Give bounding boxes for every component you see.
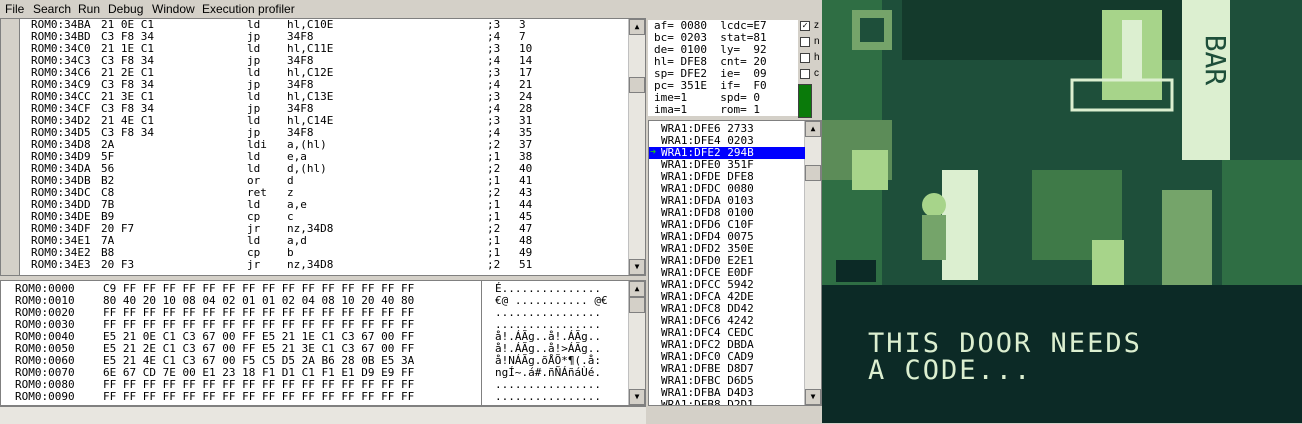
- menu-debug[interactable]: Debug: [108, 2, 143, 16]
- disasm-row[interactable]: ROM0:34CC 21 3E C1 ld hl,C13E ;3 24: [1, 91, 629, 103]
- registers-panel: af= 0080 lcdc=E7 bc= 0203 stat=81 de= 0100…: [648, 18, 822, 120]
- memory-row[interactable]: ROM0:0090 FF FF FF FF FF FF FF FF FF FF F…: [1, 391, 629, 403]
- disasm-row[interactable]: ROM0:34BA 21 0E C1 ld hl,C10E ;3 3: [1, 19, 629, 31]
- memory-ascii: ................: [495, 390, 601, 403]
- flag-checkbox[interactable]: ✓: [800, 21, 810, 31]
- stack-panel[interactable]: ▲ ▼ WRA1:DFE6 2733 WRA1:DFE4 0203 ➜ WRA1:DF…: [648, 120, 822, 406]
- register-line: ima=1 rom= 1: [648, 104, 798, 116]
- menu-execution-profiler[interactable]: Execution profiler: [202, 2, 295, 16]
- door[interactable]: [942, 170, 978, 280]
- scroll-up-arrow-icon[interactable]: ▲: [805, 121, 821, 137]
- cat-icon: [836, 260, 876, 282]
- disasm-row[interactable]: ROM0:34C0 21 1E C1 ld hl,C11E ;3 10: [1, 43, 629, 55]
- status-indicator: [798, 84, 812, 118]
- memory-address: ROM0:0090: [15, 390, 75, 403]
- ground-line: [822, 285, 1302, 290]
- disasm-row[interactable]: ROM0:34D8 2A ldi a,(hl) ;2 37: [1, 139, 629, 151]
- scroll-thumb[interactable]: [629, 77, 645, 93]
- menu-bar: File Search Run Debug Window Execution p…: [0, 0, 822, 18]
- disasm-row[interactable]: ROM0:34DD 7B ld a,e ;1 44: [1, 199, 629, 211]
- disasm-count: 51: [519, 258, 533, 271]
- disasm-row[interactable]: ROM0:34E3 20 F3 jr nz,34D8 ;2 51: [1, 259, 629, 271]
- current-position-arrow-icon: ➜: [650, 147, 657, 158]
- memory-horizontal-scrollbar[interactable]: [0, 406, 646, 424]
- scroll-down-arrow-icon[interactable]: ▼: [805, 389, 821, 405]
- flag-checkbox[interactable]: [800, 37, 810, 47]
- flag-checkbox[interactable]: [800, 69, 810, 79]
- scroll-up-arrow-icon[interactable]: ▲: [629, 281, 645, 297]
- player-head-icon: [922, 193, 946, 217]
- stack-row[interactable]: WRA1:DFB8 D2D1: [649, 399, 805, 406]
- menu-window[interactable]: Window: [152, 2, 195, 16]
- scroll-down-arrow-icon[interactable]: ▼: [629, 259, 645, 275]
- disasm-bytes: 20 F3: [101, 258, 135, 271]
- window-figure: [1122, 20, 1142, 80]
- scroll-thumb[interactable]: [805, 165, 821, 181]
- disassembly-scrollbar[interactable]: ▲ ▼: [628, 19, 645, 275]
- disasm-address: ROM0:34E3: [31, 258, 91, 271]
- disassembly-panel[interactable]: ▲ ▼ ROM0:34BA 21 0E C1 ld hl,C10E ;3 3 ROM0:34…: [0, 18, 646, 276]
- scroll-down-arrow-icon[interactable]: ▼: [629, 389, 645, 405]
- disasm-operand: nz,34D8: [287, 258, 334, 271]
- disasm-row[interactable]: ROM0:34DF 20 F7 jr nz,34D8 ;2 47: [1, 223, 629, 235]
- menu-file[interactable]: File: [5, 2, 24, 16]
- memory-scrollbar[interactable]: ▲ ▼: [628, 281, 645, 405]
- logo-sign-inner: [860, 18, 884, 42]
- scroll-thumb[interactable]: [629, 297, 645, 313]
- disasm-row[interactable]: ROM0:34DC C8 ret z ;2 43: [1, 187, 629, 199]
- disasm-row[interactable]: ROM0:34C6 21 2E C1 ld hl,C12E ;3 17: [1, 67, 629, 79]
- memory-hex: FF FF FF FF FF FF FF FF FF FF FF FF FF F…: [103, 390, 415, 403]
- disasm-opcode: jr: [247, 258, 261, 271]
- dialog-line-2: A CODE...: [868, 355, 1033, 386]
- menu-run[interactable]: Run: [78, 2, 100, 16]
- stack-entry: WRA1:DFB8 D2D1: [661, 398, 754, 406]
- vending-machine-icon: [1162, 190, 1212, 285]
- trash-can-icon: [1092, 240, 1124, 285]
- flag-label: z: [814, 20, 819, 31]
- bar-sign-text: BAR: [1199, 35, 1232, 86]
- flag-label: n: [814, 36, 820, 47]
- keypad-icon: [852, 150, 888, 190]
- disasm-row[interactable]: ROM0:34D2 21 4E C1 ld hl,C14E ;3 31: [1, 115, 629, 127]
- flag-label: h: [814, 52, 820, 63]
- flag-label: c: [814, 68, 819, 79]
- memory-viewer-panel[interactable]: ▲ ▼ ROM0:0000 C9 FF FF FF FF FF FF FF FF …: [0, 280, 646, 406]
- disasm-row[interactable]: ROM0:34DA 56 ld d,(hl) ;2 40: [1, 163, 629, 175]
- disasm-cycles: ;2: [487, 258, 501, 271]
- player-body-icon: [922, 215, 946, 260]
- disasm-row[interactable]: ROM0:34DB B2 or d ;1 41: [1, 175, 629, 187]
- disasm-row[interactable]: ROM0:34E1 7A ld a,d ;1 48: [1, 235, 629, 247]
- menu-search[interactable]: Search: [33, 2, 71, 16]
- stack-scrollbar[interactable]: ▲ ▼: [804, 121, 821, 405]
- scroll-up-arrow-icon[interactable]: ▲: [629, 19, 645, 35]
- right-structure: [1222, 160, 1302, 290]
- flag-checkbox[interactable]: [800, 53, 810, 63]
